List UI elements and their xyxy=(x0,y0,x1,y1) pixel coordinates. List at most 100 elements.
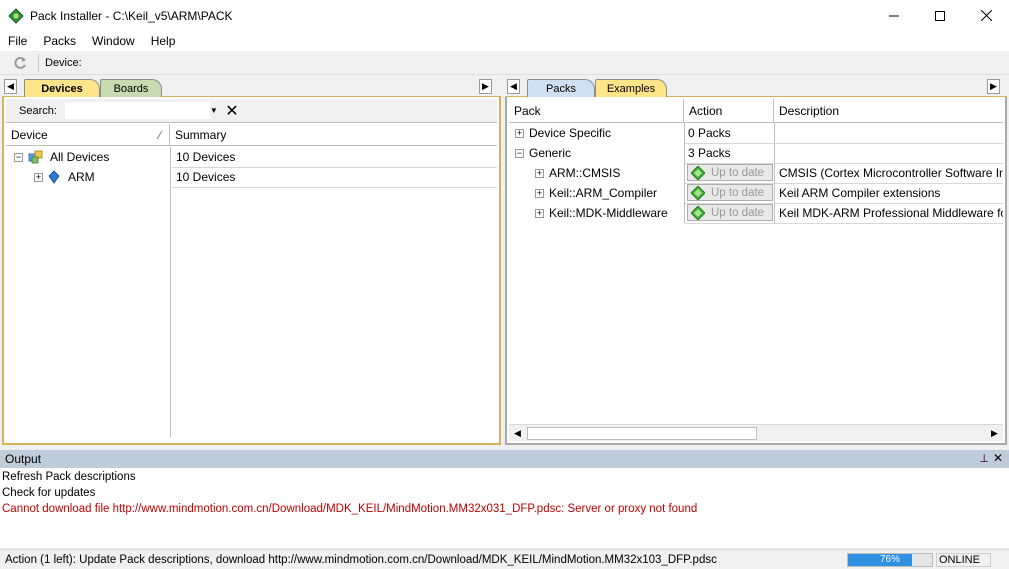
pin-icon[interactable]: ⊥ xyxy=(979,452,989,465)
refresh-button[interactable] xyxy=(10,53,30,73)
minimize-icon xyxy=(889,15,899,16)
up-to-date-icon xyxy=(691,205,705,220)
column-summary[interactable]: Summary xyxy=(170,124,497,146)
column-action[interactable]: Action xyxy=(684,99,774,123)
up-to-date-button[interactable]: Up to date xyxy=(687,164,773,181)
window-title: Pack Installer - C:\Keil_v5\ARM\PACK xyxy=(30,8,233,23)
row-divider xyxy=(685,223,1003,224)
maximize-icon xyxy=(935,10,945,21)
output-error-line: Cannot download file http://www.mindmoti… xyxy=(2,503,698,515)
expand-icon[interactable]: + xyxy=(535,188,544,198)
pack-description: Keil MDK-ARM Professional Middleware for… xyxy=(779,206,1003,220)
arrow-right-icon: ▶ xyxy=(482,81,489,91)
connection-status: ONLINE xyxy=(936,553,991,567)
table-row[interactable]: + ARM::CMSIS Up to date CMSIS (Cortex Mi… xyxy=(509,163,1003,183)
pack-description: CMSIS (Cortex Microcontroller Software I… xyxy=(779,166,1003,180)
search-bar: Search: ▼ ✕ xyxy=(6,99,497,123)
expand-icon[interactable]: + xyxy=(535,168,544,178)
arrow-left-icon: ◀ xyxy=(510,81,517,91)
pack-description: Keil ARM Compiler extensions xyxy=(779,186,941,200)
pack-description xyxy=(779,123,1003,143)
devices-panel-body: Search: ▼ ✕ Device ∕ Summary − All Devic… xyxy=(2,97,501,445)
device-summary: 10 Devices xyxy=(176,150,236,164)
menu-window[interactable]: Window xyxy=(84,34,143,48)
device-name: All Devices xyxy=(50,150,110,164)
tab-scroll-right-button[interactable]: ▶ xyxy=(987,79,1000,94)
scroll-left-button[interactable]: ◀ xyxy=(509,425,526,442)
search-input[interactable] xyxy=(64,102,210,119)
table-row[interactable]: − All Devices 10 Devices xyxy=(6,147,497,167)
clear-search-icon[interactable]: ✕ xyxy=(224,101,240,121)
title-bar: Pack Installer - C:\Keil_v5\ARM\PACK xyxy=(0,0,1009,31)
pack-action: 3 Packs xyxy=(688,146,731,160)
table-row[interactable]: + Device Specific 0 Packs xyxy=(509,123,1003,143)
menu-bar: File Packs Window Help xyxy=(0,31,1009,51)
up-to-date-icon xyxy=(691,185,705,200)
arm-chip-icon xyxy=(48,170,60,184)
up-to-date-button[interactable]: Up to date xyxy=(687,204,773,221)
toolbar: Device: xyxy=(0,51,1009,75)
left-tabstrip: ◀ Devices Boards ▶ xyxy=(2,77,501,97)
close-button[interactable] xyxy=(963,0,1009,31)
sort-icon: ∕ xyxy=(158,128,161,142)
pack-name: Generic xyxy=(529,146,572,160)
arrow-left-icon: ◀ xyxy=(7,81,14,91)
column-description[interactable]: Description xyxy=(774,99,1003,123)
row-divider xyxy=(172,187,497,188)
tab-devices[interactable]: Devices xyxy=(24,79,100,97)
menu-packs[interactable]: Packs xyxy=(35,34,84,48)
tab-examples[interactable]: Examples xyxy=(595,79,667,97)
packs-panel: ◀ Packs Examples ▶ Pack Action Descripti… xyxy=(505,77,1007,445)
pack-name: Keil::ARM_Compiler xyxy=(549,186,658,200)
up-to-date-label: Up to date xyxy=(711,186,765,199)
packs-grid-header: Pack Action Description xyxy=(509,99,1003,123)
progress-bar: 76% xyxy=(847,553,933,567)
up-to-date-label: Up to date xyxy=(711,206,765,219)
tab-scroll-left-button[interactable]: ◀ xyxy=(4,79,17,94)
column-pack[interactable]: Pack xyxy=(509,99,684,123)
table-row[interactable]: + Keil::ARM_Compiler Up to date Keil ARM… xyxy=(509,183,1003,203)
device-name: ARM xyxy=(68,170,95,184)
collapse-icon[interactable]: − xyxy=(515,148,524,158)
expand-icon[interactable]: + xyxy=(515,128,524,138)
close-output-icon[interactable]: ✕ xyxy=(993,451,1003,465)
minimize-button[interactable] xyxy=(871,0,917,31)
search-label: Search: xyxy=(19,104,57,117)
pack-name: ARM::CMSIS xyxy=(549,166,621,180)
devices-grid-header: Device ∕ Summary xyxy=(6,124,497,146)
tab-boards[interactable]: Boards xyxy=(100,79,162,97)
output-line: Refresh Pack descriptions xyxy=(2,471,136,483)
arrow-left-icon: ◀ xyxy=(514,428,521,438)
up-to-date-button[interactable]: Up to date xyxy=(687,184,773,201)
expand-icon[interactable]: + xyxy=(535,208,544,218)
status-text: Action (1 left): Update Pack description… xyxy=(5,553,717,566)
collapse-icon[interactable]: − xyxy=(14,152,23,162)
output-line: Check for updates xyxy=(2,487,96,499)
table-row[interactable]: + ARM 10 Devices xyxy=(6,167,497,187)
tab-packs[interactable]: Packs xyxy=(527,79,595,97)
menu-file[interactable]: File xyxy=(0,34,35,48)
horizontal-scrollbar[interactable]: ◀ ▶ xyxy=(509,424,1003,441)
output-header: Output ⊥ ✕ xyxy=(0,450,1009,468)
toolbar-separator xyxy=(38,53,39,72)
scrollbar-thumb[interactable] xyxy=(527,427,757,440)
table-row[interactable]: + Keil::MDK-Middleware Up to date Keil M… xyxy=(509,203,1003,223)
table-row[interactable]: − Generic 3 Packs xyxy=(509,143,1003,163)
menu-help[interactable]: Help xyxy=(143,34,184,48)
pack-description xyxy=(779,143,1003,163)
device-summary: 10 Devices xyxy=(176,170,236,184)
scroll-right-button[interactable]: ▶ xyxy=(986,425,1003,442)
tab-scroll-left-button[interactable]: ◀ xyxy=(507,79,520,94)
column-device[interactable]: Device ∕ xyxy=(6,124,170,146)
pack-installer-icon xyxy=(8,7,24,24)
up-to-date-icon xyxy=(691,165,705,180)
search-dropdown-icon[interactable]: ▼ xyxy=(210,106,220,115)
maximize-button[interactable] xyxy=(917,0,963,31)
pack-name: Device Specific xyxy=(529,126,612,140)
column-device-label: Device xyxy=(11,128,48,142)
tab-scroll-right-button[interactable]: ▶ xyxy=(479,79,492,94)
expand-icon[interactable]: + xyxy=(34,172,43,182)
packs-panel-body: Pack Action Description + Device Specifi… xyxy=(505,97,1007,445)
arrow-right-icon: ▶ xyxy=(990,81,997,91)
output-log: Refresh Pack descriptions Check for upda… xyxy=(0,468,1009,548)
